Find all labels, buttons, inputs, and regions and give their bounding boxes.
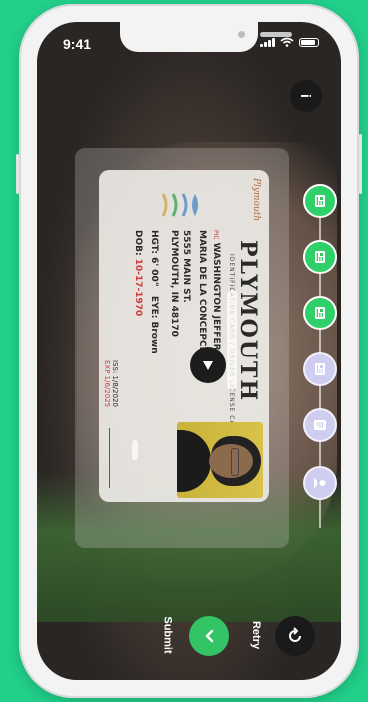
- card-line-physical: HGT: 6' 00" EYE: Brown: [149, 230, 159, 354]
- card-dob: 10-17-1970: [133, 258, 143, 317]
- phone-frame: 9:41 i PLYMOUTH IDENTIFICATION CARD / DR…: [16, 4, 362, 698]
- id-card-icon: [315, 251, 325, 263]
- submit-label: Submit: [161, 616, 174, 654]
- card-eyes: EYE: Brown: [149, 295, 159, 354]
- notch: [120, 22, 292, 52]
- card-line-2: MARIA DE LA CONCEPCION: [197, 230, 207, 365]
- battery-icon: [299, 38, 319, 47]
- wifi-icon: [280, 37, 294, 47]
- card-line-4: PLYMOUTH, IN 48170: [169, 230, 179, 337]
- card-exp: EXP 1/6/2025: [103, 360, 111, 408]
- check-icon: [205, 629, 214, 643]
- status-icons: [260, 37, 319, 47]
- card-signature: Plymouth: [251, 178, 261, 222]
- info-button[interactable]: i: [290, 80, 322, 112]
- step-2-indicator[interactable]: [303, 240, 337, 274]
- step-4-indicator[interactable]: [303, 352, 337, 386]
- step-5-indicator[interactable]: [303, 408, 337, 442]
- play-button[interactable]: [190, 347, 226, 383]
- card-dob-label: DOB:: [133, 230, 143, 256]
- card-state-title: PLYMOUTH: [235, 240, 261, 403]
- card-height: HGT: 6' 00": [149, 230, 159, 287]
- step-3-indicator[interactable]: [303, 296, 337, 330]
- retry-icon: [289, 627, 301, 642]
- info-icon: i: [297, 94, 314, 98]
- power-button: [359, 134, 362, 194]
- retry-label: Retry: [250, 620, 263, 650]
- document-icon: [314, 420, 326, 430]
- signature-mark: [109, 428, 130, 488]
- card-line-3: 5555 MAIN ST.: [181, 230, 191, 303]
- card-line-1-tag: PIC: [212, 230, 219, 240]
- user-icon: [314, 477, 326, 489]
- volume-button: [16, 154, 19, 194]
- id-card-content: PLYMOUTH IDENTIFICATION CARD / DRIVER LI…: [99, 170, 269, 502]
- step-6-indicator[interactable]: [303, 466, 337, 500]
- step-1-indicator[interactable]: [303, 184, 337, 218]
- card-iss: ISS: 1/8/2020: [111, 360, 119, 407]
- retry-button[interactable]: [275, 616, 315, 656]
- camera-screen: 9:41 i PLYMOUTH IDENTIFICATION CARD / DR…: [37, 22, 341, 680]
- state-seal-icon: [161, 193, 198, 217]
- play-icon: [203, 361, 213, 370]
- status-time: 9:41: [63, 36, 92, 52]
- card-line-dob: DOB: 10-17-1970: [133, 230, 143, 316]
- id-card-icon: [315, 363, 325, 375]
- front-camera: [238, 31, 245, 38]
- card-name-2: MARIA DE LA CONCEPCION: [197, 230, 207, 366]
- id-photo: [177, 422, 263, 498]
- id-card-icon: [315, 195, 325, 207]
- scan-hint-bar-small: [132, 440, 138, 460]
- id-card-icon: [315, 307, 325, 319]
- scan-hint-bar: [227, 290, 237, 390]
- signal-icon: [260, 38, 275, 47]
- submit-button[interactable]: [189, 616, 229, 656]
- id-card-preview: PLYMOUTH IDENTIFICATION CARD / DRIVER LI…: [99, 170, 269, 502]
